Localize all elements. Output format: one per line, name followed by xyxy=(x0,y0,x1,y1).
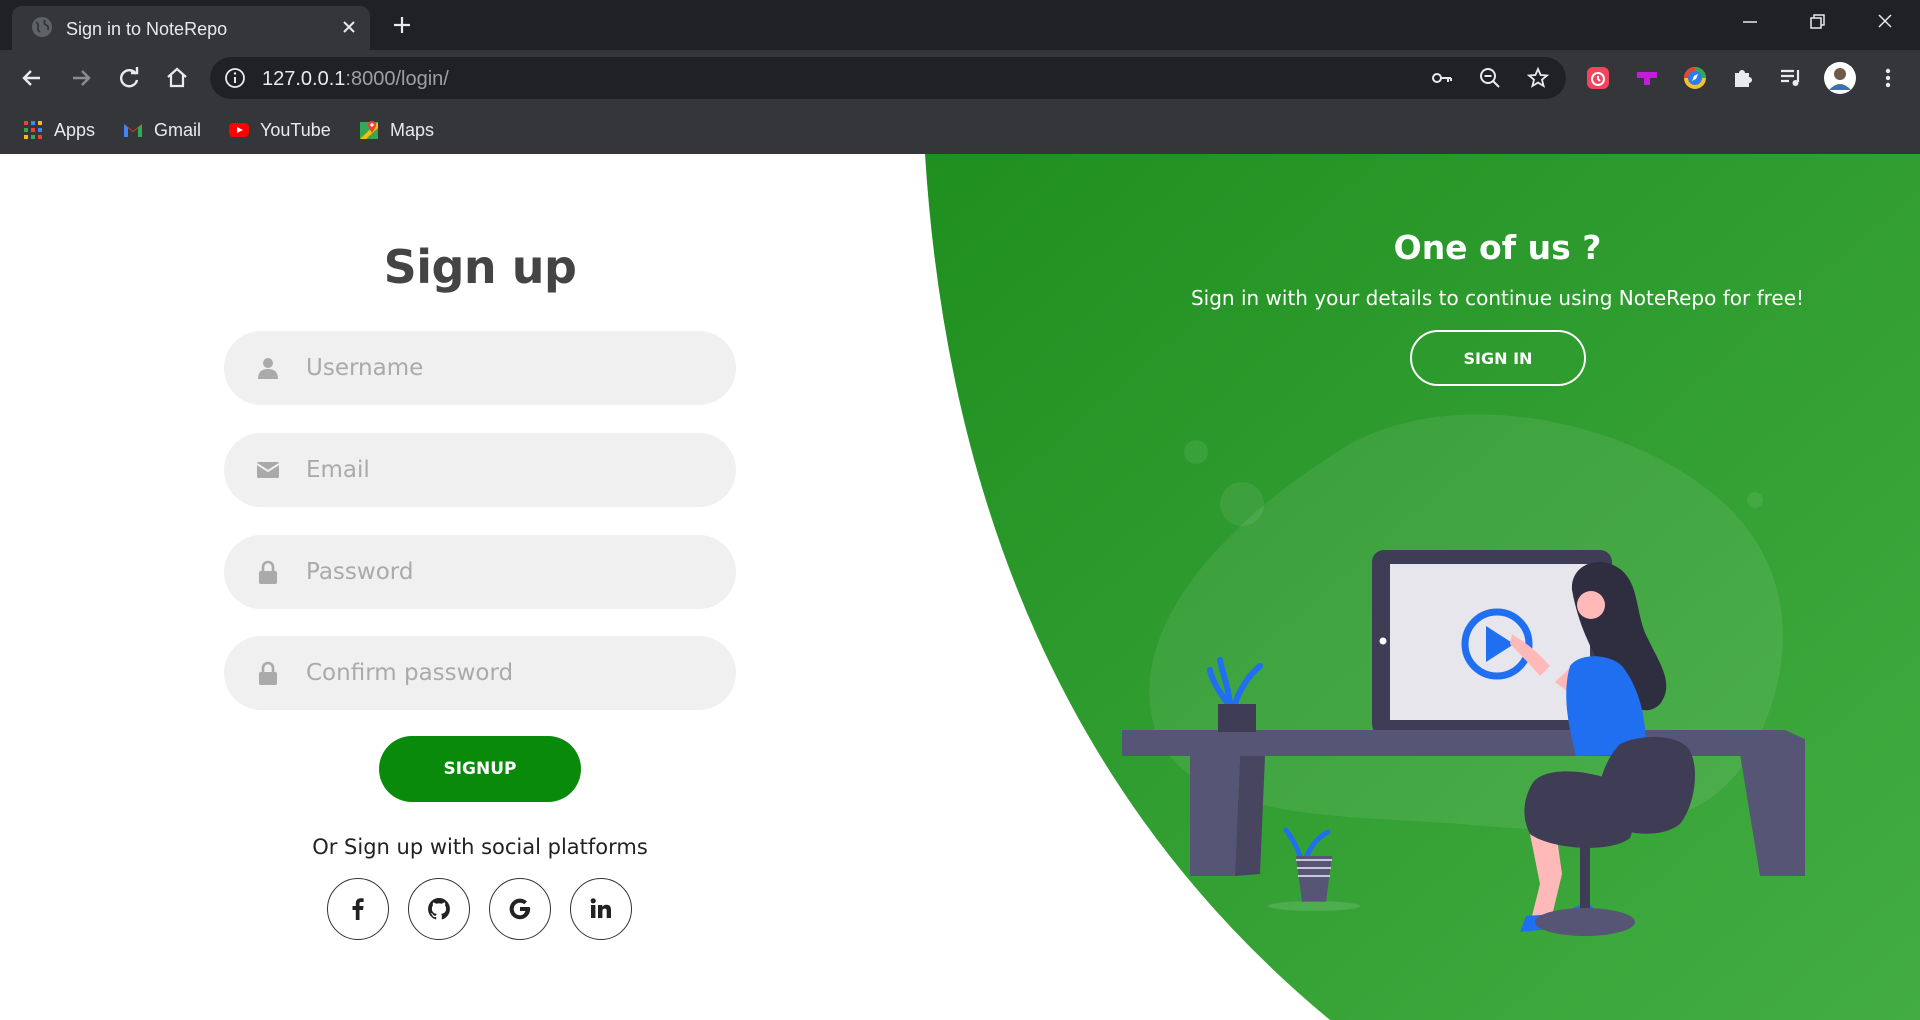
browser-chrome: Sign in to NoteRepo 127.0.0.1:8000/login… xyxy=(0,0,1920,154)
desk-video-illustration xyxy=(1122,414,1805,936)
globe-icon xyxy=(32,17,52,37)
facebook-button[interactable] xyxy=(327,878,389,940)
username-field[interactable] xyxy=(224,331,736,405)
facebook-icon xyxy=(352,898,364,920)
signin-panel-text: Sign in with your details to continue us… xyxy=(1190,286,1805,310)
lock-icon xyxy=(259,560,277,584)
profile-avatar-icon[interactable] xyxy=(1824,62,1856,94)
apps-grid-icon xyxy=(24,121,42,139)
youtube-icon xyxy=(229,123,249,137)
signup-button[interactable]: SIGNUP xyxy=(379,736,581,802)
maps-icon xyxy=(360,121,378,139)
username-input[interactable] xyxy=(306,331,706,405)
extensions-puzzle-icon[interactable] xyxy=(1729,64,1757,92)
envelope-icon xyxy=(256,462,280,478)
address-bar[interactable]: 127.0.0.1:8000/login/ xyxy=(210,57,1566,99)
reload-icon[interactable] xyxy=(115,64,143,92)
menu-kebab-icon[interactable] xyxy=(1874,64,1902,92)
confirm-password-field[interactable] xyxy=(224,636,736,710)
browser-toolbar: 127.0.0.1:8000/login/ xyxy=(0,50,1920,106)
url-text[interactable]: 127.0.0.1:8000/login/ xyxy=(262,68,449,91)
bookmark-label: Gmail xyxy=(154,119,202,140)
minimize-icon[interactable] xyxy=(1735,10,1765,34)
github-icon xyxy=(428,898,450,920)
bookmark-youtube[interactable]: YouTube xyxy=(228,116,331,144)
tab-title: Sign in to NoteRepo xyxy=(66,19,228,39)
github-button[interactable] xyxy=(408,878,470,940)
new-tab-icon[interactable] xyxy=(390,13,414,37)
bookmark-gmail[interactable]: Gmail xyxy=(122,116,201,144)
login-page: Sign up SIGNUP Or Sign up with social pl… xyxy=(0,154,1920,1020)
bookmark-label: YouTube xyxy=(260,119,331,140)
media-playlist-icon[interactable] xyxy=(1777,64,1805,92)
linkedin-icon xyxy=(590,898,611,918)
close-tab-icon[interactable] xyxy=(338,16,360,38)
tab-strip: Sign in to NoteRepo xyxy=(0,0,1920,50)
gmail-icon xyxy=(124,124,142,137)
tetris-extension-icon[interactable] xyxy=(1633,64,1661,92)
compass-extension-icon[interactable] xyxy=(1681,64,1709,92)
browser-tab[interactable]: Sign in to NoteRepo xyxy=(12,6,370,50)
email-field[interactable] xyxy=(224,433,736,507)
bookmarks-bar: Apps Gmail YouTube Maps xyxy=(0,106,1920,154)
bookmark-star-icon[interactable] xyxy=(1526,66,1550,90)
info-icon[interactable] xyxy=(224,67,246,89)
email-input[interactable] xyxy=(306,433,706,507)
zoom-out-icon[interactable] xyxy=(1478,66,1502,90)
user-icon xyxy=(258,358,278,379)
bookmark-apps[interactable]: Apps xyxy=(22,116,95,144)
signup-title: Sign up xyxy=(383,240,577,294)
google-icon xyxy=(509,898,531,920)
alarm-extension-icon[interactable] xyxy=(1584,64,1612,92)
bookmark-label: Apps xyxy=(54,119,96,140)
confirm-password-input[interactable] xyxy=(306,636,706,710)
bookmark-label: Maps xyxy=(390,119,435,140)
key-icon[interactable] xyxy=(1430,66,1454,90)
close-window-icon[interactable] xyxy=(1870,10,1900,34)
social-signup-text: Or Sign up with social platforms xyxy=(312,835,648,859)
back-icon[interactable] xyxy=(18,64,46,92)
password-input[interactable] xyxy=(306,535,706,609)
bookmark-maps[interactable]: Maps xyxy=(358,116,434,144)
home-icon[interactable] xyxy=(163,64,191,92)
forward-icon[interactable] xyxy=(67,64,95,92)
password-field[interactable] xyxy=(224,535,736,609)
signin-panel-title: One of us ? xyxy=(1393,228,1602,267)
linkedin-button[interactable] xyxy=(570,878,632,940)
lock-icon xyxy=(259,661,277,685)
signin-button[interactable]: SIGN IN xyxy=(1410,330,1586,386)
restore-icon[interactable] xyxy=(1802,10,1832,34)
google-button[interactable] xyxy=(489,878,551,940)
